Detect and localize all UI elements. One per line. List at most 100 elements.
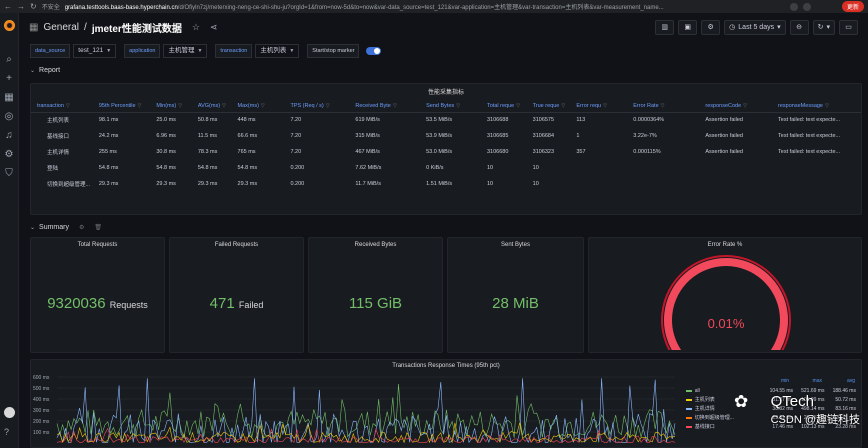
address-bar[interactable]: grafana.testtools.baas-base.hyperchain.c… <box>65 2 785 11</box>
refresh-button[interactable]: ↻ ▾ <box>812 19 835 35</box>
variable-select-data-source[interactable]: test_121 ▼ <box>73 44 117 58</box>
stat-value: 115 GiB <box>348 295 403 312</box>
legend-header-min: min <box>780 378 789 384</box>
filter-icon[interactable]: ▽ <box>393 103 397 109</box>
table-cell: 29.3 ms <box>197 181 218 187</box>
column-header-label: transaction <box>37 102 64 109</box>
legend-spacer <box>686 378 756 386</box>
panel-title[interactable]: 性能采集指标 <box>31 87 861 96</box>
chevron-down-icon: ▼ <box>106 48 112 54</box>
grafana-logo-icon[interactable] <box>3 20 15 31</box>
avatar[interactable] <box>4 407 15 418</box>
table-cell: 10 <box>532 181 539 187</box>
table-cell: 66.6 ms <box>237 133 258 139</box>
filter-icon[interactable]: ▽ <box>222 103 226 109</box>
response-time-graph[interactable]: 600 ms 500 ms 400 ms 300 ms 200 ms 100 ms <box>31 373 681 448</box>
back-icon[interactable]: ← <box>4 2 12 11</box>
column-header-label: responseCode <box>705 102 742 109</box>
filter-icon[interactable]: ▽ <box>66 103 70 109</box>
panel-title[interactable]: Received Bytes <box>309 242 442 248</box>
panel-title[interactable]: Total Requests <box>31 242 164 248</box>
panel-title[interactable]: Sent Bytes <box>448 242 583 248</box>
star-icon[interactable]: ☆ <box>192 22 200 33</box>
variables-bar: data_source test_121 ▼ application 主机管理 ▼ … <box>30 44 382 58</box>
table-cell: 3106323 <box>532 149 555 155</box>
add-panel-button[interactable]: ▥ <box>655 19 675 35</box>
explore-icon[interactable]: ◎ <box>3 112 15 122</box>
row-delete-icon[interactable]: 🗑 <box>94 224 102 231</box>
filter-icon[interactable]: ▽ <box>261 103 265 109</box>
column-header[interactable]: Received Byte ▽ <box>349 100 421 113</box>
filter-icon[interactable]: ▽ <box>516 103 520 109</box>
column-header[interactable]: responseMessage ▽ <box>772 100 861 113</box>
filter-icon[interactable]: ▽ <box>138 103 142 109</box>
chevron-down-icon: ▾ <box>777 24 781 31</box>
alerting-bell-icon[interactable]: ♫ <box>3 131 15 141</box>
forward-icon[interactable]: → <box>17 2 25 11</box>
column-header[interactable]: AVG(ms) ▽ <box>191 100 232 113</box>
filter-icon[interactable]: ▽ <box>561 103 565 109</box>
filter-icon[interactable]: ▽ <box>825 103 829 109</box>
variable-select-application[interactable]: 主机管理 ▼ <box>163 44 208 58</box>
panel-title[interactable]: Transactions Response Times (95th pct) <box>31 363 861 369</box>
legend-swatch <box>686 398 692 401</box>
filter-icon[interactable]: ▽ <box>661 103 665 109</box>
stat-total-requests: Total Requests 9320036 Requests <box>30 237 165 353</box>
table-cell <box>699 160 772 176</box>
table-cell: 54.8 ms <box>237 165 258 171</box>
profile-icon[interactable] <box>802 2 811 11</box>
variable-value: 主机管理 <box>168 47 195 54</box>
column-header[interactable]: Total reque ▽ <box>481 100 527 113</box>
gauge-threshold-band <box>661 255 791 350</box>
variable-select-transaction[interactable]: 主机列表 ▼ <box>255 44 300 58</box>
filter-icon[interactable]: ▽ <box>178 103 182 109</box>
plus-icon[interactable]: + <box>3 74 15 84</box>
row-summary[interactable]: ⌄ Summary ⚙ 🗑 <box>30 224 102 231</box>
dashboard-settings-button[interactable]: ⚙ <box>701 19 721 35</box>
column-header[interactable]: 95th Percentile ▽ <box>92 100 151 113</box>
filter-icon[interactable]: ▽ <box>743 103 747 109</box>
panel-title[interactable]: Error Rate % <box>589 242 861 248</box>
column-header[interactable]: transaction ▽ <box>31 100 93 113</box>
dashboard-title[interactable]: jmeter性能测试数据 <box>92 20 182 35</box>
column-header[interactable]: Max(ms) ▽ <box>231 100 285 113</box>
column-header[interactable]: Min(ms) ▽ <box>150 100 192 113</box>
variable-label-data-source: data_source <box>30 44 71 58</box>
not-secure-label[interactable]: 不安全 <box>42 2 60 11</box>
column-header[interactable]: True reque ▽ <box>526 100 571 113</box>
column-header[interactable]: Send Bytes ▽ <box>420 100 481 113</box>
table-cell: Assertion failed <box>705 149 743 155</box>
row-title: Report <box>39 67 61 74</box>
time-range-label: Last 5 days <box>738 23 775 31</box>
help-icon[interactable]: ? <box>4 427 9 437</box>
table-cell: 357 <box>576 149 586 155</box>
configuration-gear-icon[interactable]: ⚙ <box>3 150 15 160</box>
dashboards-icon[interactable]: ▦ <box>3 93 15 103</box>
column-header[interactable]: TPS (Req / s) ▽ <box>284 100 350 113</box>
filter-icon[interactable]: ▽ <box>456 103 460 109</box>
reload-icon[interactable]: ↻ <box>30 2 37 11</box>
folder-link[interactable]: General <box>43 22 79 33</box>
extension-icon[interactable] <box>789 2 798 11</box>
filter-icon[interactable]: ▽ <box>326 103 330 109</box>
column-header[interactable]: responseCode ▽ <box>699 100 773 113</box>
filter-icon[interactable]: ▽ <box>603 103 607 109</box>
table-header-row: transaction ▽ 95th Percentile ▽ Min(ms) ▽ AVG(… <box>31 100 861 113</box>
shield-icon[interactable]: ⛉ <box>3 169 15 179</box>
panel-title[interactable]: Failed Requests <box>170 242 303 248</box>
row-report[interactable]: ⌄ Report <box>30 67 60 74</box>
search-icon[interactable]: ⌕ <box>3 55 15 65</box>
table-cell: 467 MiB/s <box>355 149 380 155</box>
tv-mode-button[interactable]: ▭ <box>839 19 858 35</box>
annotation-toggle[interactable] <box>366 47 382 55</box>
save-dashboard-button[interactable]: ▣ <box>678 19 698 35</box>
column-header[interactable]: Error Rate ▽ <box>627 100 700 113</box>
zoom-out-button[interactable]: ⊖ <box>789 19 809 35</box>
update-button[interactable]: 更新 <box>841 1 864 12</box>
gauge-value: 0.01% <box>708 316 745 331</box>
time-picker-button[interactable]: ◷ Last 5 days ▾ <box>724 19 786 35</box>
column-header[interactable]: Error requ ▽ <box>570 100 628 113</box>
row-settings-icon[interactable]: ⚙ <box>79 224 84 231</box>
share-icon[interactable]: ⋖ <box>210 22 218 33</box>
table-cell: 29.3 ms <box>98 181 119 187</box>
